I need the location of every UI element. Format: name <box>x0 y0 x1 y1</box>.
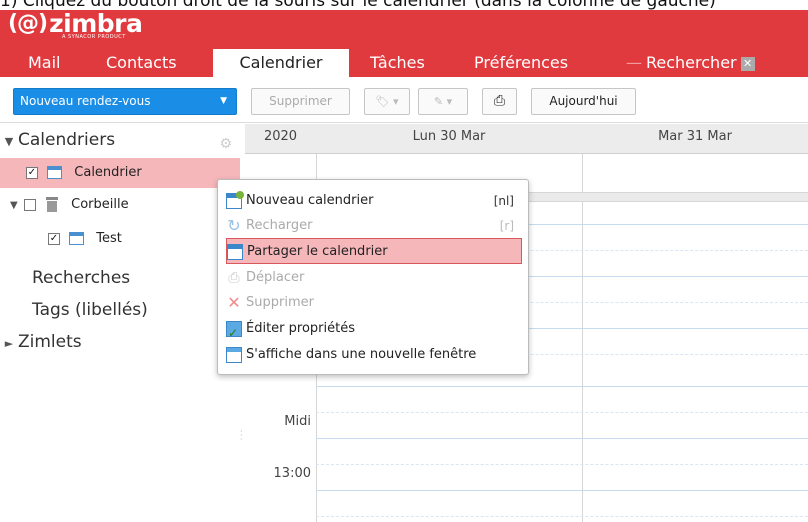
collapsed-triangle-icon[interactable]: ► <box>0 330 18 358</box>
menu-item-reload[interactable]: ↻ Recharger [r] <box>226 213 522 239</box>
dropdown-arrow-icon[interactable]: ▼ <box>220 89 227 114</box>
half-hour-line <box>316 412 808 413</box>
menu-shortcut: [nl] <box>493 194 514 208</box>
hour-line <box>316 386 808 387</box>
menu-item-label: Déplacer <box>246 270 305 285</box>
sidebar-item-label: Test <box>96 231 122 246</box>
half-hour-line <box>316 516 808 517</box>
menu-item-label: Nouveau calendrier <box>246 193 374 208</box>
trash-icon <box>45 197 59 212</box>
close-icon[interactable]: ✕ <box>740 56 755 71</box>
tab-taches[interactable]: Tâches <box>370 49 425 77</box>
menu-item-label: Éditer propriétés <box>246 321 355 336</box>
tag-icon: 🏷 <box>375 95 390 108</box>
hour-line <box>316 438 808 439</box>
logo-text: zimbra <box>49 9 143 38</box>
calendar-header: 2020 Lun 30 Mar Mar 31 Mar <box>245 124 808 154</box>
reload-icon: ↻ <box>227 215 241 235</box>
zimlets-label: Zimlets <box>18 332 82 352</box>
new-window-icon <box>226 346 242 363</box>
sidebar-item-label: Corbeille <box>71 197 129 212</box>
logo-mark: (@) <box>8 11 48 36</box>
tag-icon: ✎ <box>433 95 444 108</box>
move-icon: ⎙ <box>228 269 240 286</box>
sidebar-zimlets[interactable]: ► Zimlets <box>0 328 240 356</box>
tab-rechercher[interactable]: — Rechercher ✕ <box>626 49 755 77</box>
menu-item-edit-properties[interactable]: Éditer propriétés <box>226 316 522 346</box>
calendrier-checkbox[interactable]: ✓ <box>26 166 38 179</box>
menu-item-label: Supprimer <box>246 295 314 310</box>
new-appointment-label: Nouveau rendez-vous <box>20 94 151 108</box>
hour-line <box>316 490 808 491</box>
tab-calendrier[interactable]: Calendrier <box>213 49 349 77</box>
share-calendar-icon <box>227 243 243 260</box>
calendar-icon <box>69 232 85 245</box>
sidebar-item-label: Calendrier <box>74 165 142 180</box>
edit-properties-icon <box>226 320 242 346</box>
tag-dropdown-button[interactable]: 🏷 ▾ <box>364 88 410 115</box>
print-icon: ⎙ <box>493 93 506 109</box>
sidebar-searches[interactable]: Recherches <box>0 264 240 292</box>
half-hour-line <box>316 464 808 465</box>
time-label-13: 13:00 <box>273 466 311 481</box>
menu-item-open-new-window[interactable]: S'affiche dans une nouvelle fenêtre <box>226 342 522 368</box>
calendar-icon <box>47 166 63 179</box>
delete-button[interactable]: Supprimer <box>251 88 350 115</box>
tab-rechercher-label: Rechercher <box>646 53 737 72</box>
calendar-year: 2020 <box>263 129 298 144</box>
corbeille-checkbox[interactable] <box>23 198 36 211</box>
panel-splitter[interactable]: · · · <box>240 428 244 444</box>
app-header: (@) zimbra A SYNACOR PRODUCT <box>0 10 808 49</box>
logo-subtitle: A SYNACOR PRODUCT <box>62 34 126 40</box>
calendars-header[interactable]: ▼ Calendriers ⚙ <box>0 126 240 154</box>
menu-item-label: Partager le calendrier <box>247 244 388 259</box>
sidebar-item-calendrier[interactable]: ✓ Calendrier <box>0 158 240 188</box>
tab-contacts[interactable]: Contacts <box>106 49 177 77</box>
menu-item-label: Recharger <box>246 218 313 233</box>
delete-x-icon: ✕ <box>227 292 241 312</box>
menu-item-move[interactable]: ⎙ Déplacer <box>226 265 522 291</box>
expand-triangle-icon[interactable]: ▼ <box>0 128 18 156</box>
new-appointment-button[interactable]: Nouveau rendez-vous ▼ <box>13 88 237 115</box>
day-header-tuesday[interactable]: Mar 31 Mar <box>582 124 808 154</box>
new-calendar-icon <box>226 190 244 209</box>
expand-triangle-icon[interactable]: ▼ <box>10 200 18 211</box>
today-button[interactable]: Aujourd'hui <box>531 88 636 115</box>
menu-item-delete[interactable]: ✕ Supprimer <box>226 290 522 316</box>
zimbra-logo[interactable]: (@) zimbra <box>8 9 143 38</box>
menu-item-share-calendar[interactable]: Partager le calendrier <box>226 238 522 264</box>
test-checkbox[interactable]: ✓ <box>48 232 60 245</box>
app-tabs: Mail Contacts Calendrier Tâches Préféren… <box>0 49 808 77</box>
tag-remove-dropdown-button[interactable]: ✎ ▾ <box>418 88 468 115</box>
tab-preferences[interactable]: Préférences <box>474 49 568 77</box>
sidebar-item-corbeille[interactable]: ▼ Corbeille <box>0 190 240 220</box>
calendars-header-label: Calendriers <box>18 130 116 150</box>
sidebar-tags[interactable]: Tags (libellés) <box>0 296 240 324</box>
left-sidebar: ▼ Calendriers ⚙ ✓ Calendrier ▼ Corbeille … <box>0 124 240 522</box>
gear-icon[interactable]: ⚙ <box>219 130 232 158</box>
menu-shortcut: [r] <box>499 219 514 233</box>
day-header-monday[interactable]: Lun 30 Mar <box>316 124 582 154</box>
tab-mail[interactable]: Mail <box>28 49 61 77</box>
print-button[interactable]: ⎙ <box>482 88 517 115</box>
time-label-noon: Midi <box>284 414 311 429</box>
sidebar-item-test[interactable]: ✓ Test <box>0 224 240 254</box>
grid-divider <box>582 154 583 522</box>
menu-item-new-calendar[interactable]: Nouveau calendrier [nl] <box>226 188 522 214</box>
context-menu: Nouveau calendrier [nl] ↻ Recharger [r] P… <box>217 179 529 375</box>
toolbar: Nouveau rendez-vous ▼ Supprimer 🏷 ▾ ✎ ▾ … <box>0 77 808 123</box>
menu-item-label: S'affiche dans une nouvelle fenêtre <box>246 347 477 362</box>
search-tab-dash: — <box>626 53 642 72</box>
